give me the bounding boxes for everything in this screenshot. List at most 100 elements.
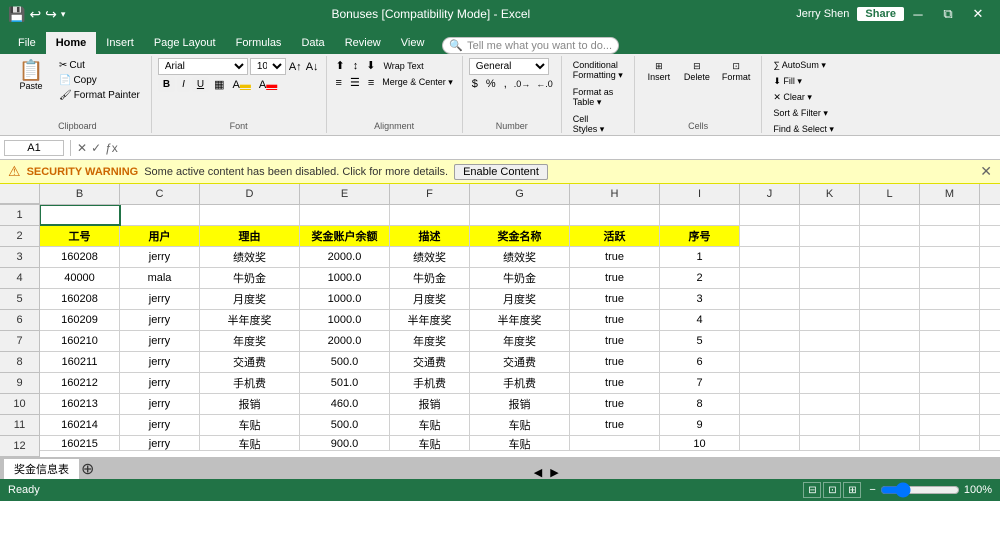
cell-i6[interactable]: 4 [660,310,740,330]
clear-button[interactable]: ✕ Clear ▾ [768,90,817,105]
insert-button[interactable]: ⊞ Insert [641,58,677,85]
tab-data[interactable]: Data [291,32,334,54]
cell-m8[interactable] [920,352,980,372]
cell-m5[interactable] [920,289,980,309]
sort-filter-button[interactable]: Sort & Filter ▾ [768,106,833,121]
cell-n11[interactable] [980,415,1000,435]
format-button[interactable]: ⊡ Format [717,58,756,85]
col-header-h[interactable]: H [570,184,660,204]
page-break-view-button[interactable]: ⊞ [843,482,861,498]
formula-insert-icon[interactable]: ƒx [105,141,118,155]
restore-button[interactable]: ⧉ [934,3,962,25]
undo-icon[interactable]: ↩ [29,6,41,23]
formula-input[interactable] [122,142,996,154]
cell-b6[interactable]: 160209 [40,310,120,330]
row-num-12[interactable]: 12 [0,436,40,457]
cell-n4[interactable] [980,268,1000,288]
increase-font-icon[interactable]: A↑ [288,60,303,74]
cell-f9[interactable]: 手机费 [390,373,470,393]
cell-h8[interactable]: true [570,352,660,372]
cell-n12[interactable] [980,436,1000,451]
cell-c7[interactable]: jerry [120,331,200,351]
tab-file[interactable]: File [8,32,46,54]
cell-m1[interactable] [920,205,980,225]
cell-d1[interactable] [200,205,300,225]
cell-b3[interactable]: 160208 [40,247,120,267]
cell-d11[interactable]: 车贴 [200,415,300,435]
cell-l3[interactable] [860,247,920,267]
minimize-button[interactable]: ─ [904,3,932,25]
row-num-6[interactable]: 6 [0,310,40,331]
cell-d10[interactable]: 报销 [200,394,300,414]
col-header-f[interactable]: F [390,184,470,204]
cell-g6[interactable]: 半年度奖 [470,310,570,330]
cell-m3[interactable] [920,247,980,267]
increase-decimal-icon[interactable]: .0→ [512,78,533,90]
cell-h1[interactable] [570,205,660,225]
cell-d3[interactable]: 绩效奖 [200,247,300,267]
cell-b2[interactable]: 工号 [40,226,120,246]
cell-n9[interactable] [980,373,1000,393]
cell-n2[interactable] [980,226,1000,246]
cell-n7[interactable] [980,331,1000,351]
cell-k12[interactable] [800,436,860,451]
row-num-10[interactable]: 10 [0,394,40,415]
cell-j9[interactable] [740,373,800,393]
cell-e6[interactable]: 1000.0 [300,310,390,330]
align-bottom-icon[interactable]: ⬇ [363,58,378,73]
row-num-5[interactable]: 5 [0,289,40,310]
percent-icon[interactable]: % [483,77,499,91]
cell-k4[interactable] [800,268,860,288]
cell-l9[interactable] [860,373,920,393]
cell-c10[interactable]: jerry [120,394,200,414]
cell-b1[interactable] [40,205,120,225]
tab-home[interactable]: Home [46,32,97,54]
decrease-font-icon[interactable]: A↓ [305,60,320,74]
tab-formulas[interactable]: Formulas [226,32,292,54]
row-num-8[interactable]: 8 [0,352,40,373]
cut-button[interactable]: ✂ Cut [54,58,145,73]
col-header-c[interactable]: C [120,184,200,204]
cell-b7[interactable]: 160210 [40,331,120,351]
cell-n1[interactable] [980,205,1000,225]
col-header-e[interactable]: E [300,184,390,204]
cell-f3[interactable]: 绩效奖 [390,247,470,267]
cell-d9[interactable]: 手机费 [200,373,300,393]
font-size-select[interactable]: 10 [250,58,286,75]
cell-i8[interactable]: 6 [660,352,740,372]
cell-f11[interactable]: 车贴 [390,415,470,435]
enable-content-button[interactable]: Enable Content [454,164,548,180]
cell-e9[interactable]: 501.0 [300,373,390,393]
format-painter-button[interactable]: 🖌 Format Painter [54,88,145,103]
cell-c2[interactable]: 用户 [120,226,200,246]
cell-c12[interactable]: jerry [120,436,200,451]
tab-review[interactable]: Review [335,32,391,54]
cell-c1[interactable] [120,205,200,225]
cell-e11[interactable]: 500.0 [300,415,390,435]
cell-k6[interactable] [800,310,860,330]
cell-c11[interactable]: jerry [120,415,200,435]
cell-g3[interactable]: 绩效奖 [470,247,570,267]
formula-cancel-icon[interactable]: ✕ [77,141,87,155]
row-num-2[interactable]: 2 [0,226,40,247]
page-layout-view-button[interactable]: ⊡ [823,482,841,498]
cell-e7[interactable]: 2000.0 [300,331,390,351]
cell-m4[interactable] [920,268,980,288]
col-header-d[interactable]: D [200,184,300,204]
cell-j1[interactable] [740,205,800,225]
cell-j2[interactable] [740,226,800,246]
col-header-b[interactable]: B [40,184,120,204]
cell-d2[interactable]: 理由 [200,226,300,246]
cell-l5[interactable] [860,289,920,309]
cell-l8[interactable] [860,352,920,372]
cell-j3[interactable] [740,247,800,267]
cell-f10[interactable]: 报销 [390,394,470,414]
cell-f8[interactable]: 交通费 [390,352,470,372]
cell-f7[interactable]: 年度奖 [390,331,470,351]
merge-center-button[interactable]: Merge & Center ▾ [379,76,456,89]
cell-i3[interactable]: 1 [660,247,740,267]
cell-g5[interactable]: 月度奖 [470,289,570,309]
cell-l12[interactable] [860,436,920,451]
close-button[interactable]: ✕ [964,3,992,25]
cell-l11[interactable] [860,415,920,435]
